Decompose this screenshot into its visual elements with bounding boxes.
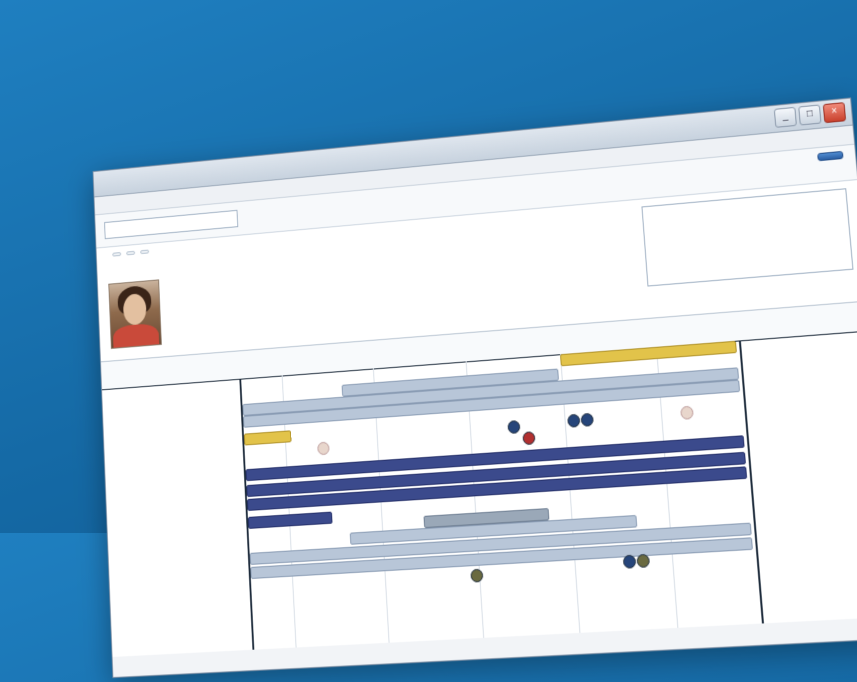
patient-fields-2 [319, 248, 433, 326]
search-input[interactable] [104, 210, 238, 239]
event-marker[interactable] [470, 569, 483, 583]
timeline-panel [101, 301, 857, 656]
row-labels [102, 379, 252, 657]
event-marker[interactable] [522, 431, 535, 445]
timeline-legend [181, 367, 186, 368]
notes-panel [641, 185, 855, 303]
photo-shoulders [113, 323, 160, 349]
event-marker[interactable] [581, 413, 594, 427]
patient-tab-3[interactable] [140, 250, 149, 255]
screen-scene: _ □ × [63, 0, 857, 682]
window-controls: _ □ × [774, 102, 846, 128]
event-marker[interactable] [623, 555, 637, 569]
close-button[interactable]: × [823, 102, 846, 123]
patient-fields-1 [194, 267, 304, 334]
app-window: _ □ × [93, 97, 857, 678]
photo-face [123, 293, 147, 326]
event-marker[interactable] [317, 442, 330, 456]
primary-action-button[interactable] [817, 151, 843, 161]
event-marker[interactable] [680, 406, 694, 420]
minimize-button[interactable]: _ [774, 107, 797, 128]
maximize-button[interactable]: □ [798, 104, 821, 125]
event-marker[interactable] [567, 414, 580, 428]
notes-textarea[interactable] [641, 188, 853, 286]
event-marker[interactable] [507, 420, 520, 434]
timeline-grid [239, 340, 764, 649]
patient-tab-2[interactable] [126, 251, 135, 256]
patient-photo [108, 279, 162, 349]
event-marker[interactable] [636, 554, 650, 568]
patient-tab-1[interactable] [112, 252, 121, 257]
patient-fields-3 [474, 208, 622, 309]
patient-name-row [107, 250, 149, 258]
